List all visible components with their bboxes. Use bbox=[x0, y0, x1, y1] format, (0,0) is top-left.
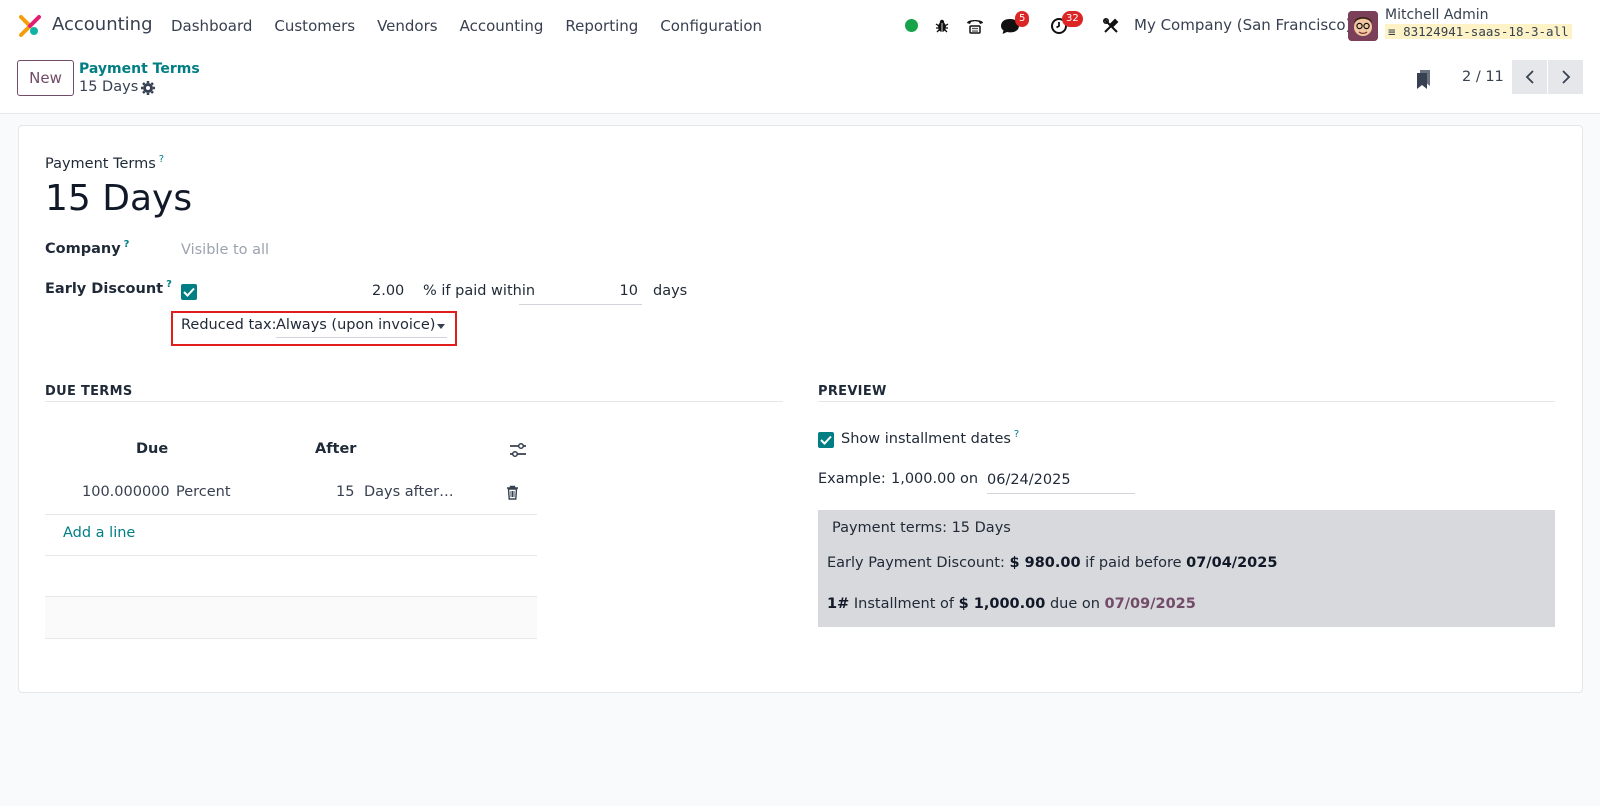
discount-days-unit: days bbox=[653, 283, 688, 299]
due-value-cell[interactable]: 100.000000 bbox=[82, 484, 170, 500]
add-a-line-link[interactable]: Add a line bbox=[63, 525, 135, 541]
empty-row bbox=[45, 597, 537, 638]
menu-accounting[interactable]: Accounting bbox=[449, 0, 555, 52]
app-name[interactable]: Accounting bbox=[52, 14, 153, 35]
menu-configuration[interactable]: Configuration bbox=[649, 0, 773, 52]
example-on-text: on bbox=[960, 471, 979, 487]
section-divider bbox=[45, 401, 783, 402]
pager-value[interactable]: 2 / 11 bbox=[1462, 69, 1504, 85]
status-online-icon bbox=[905, 19, 918, 32]
pager-previous-button[interactable] bbox=[1512, 60, 1547, 94]
debug-bug-icon[interactable] bbox=[931, 15, 953, 37]
early-discount-checkbox[interactable] bbox=[181, 284, 197, 300]
database-name: ≡ 83124941-saas-18-3-all bbox=[1385, 24, 1572, 39]
reduced-tax-label: Reduced tax: bbox=[181, 317, 277, 333]
menu-reporting[interactable]: Reporting bbox=[554, 0, 649, 52]
reduced-tax-value: Always (upon invoice) bbox=[276, 317, 436, 333]
messages-badge: 5 bbox=[1015, 11, 1030, 27]
accounting-app-icon[interactable] bbox=[18, 14, 42, 38]
section-divider bbox=[818, 401, 1555, 402]
pager-next-button[interactable] bbox=[1548, 60, 1583, 94]
days-cell[interactable]: 15 bbox=[336, 484, 354, 500]
preview-title: PREVIEW bbox=[818, 384, 887, 399]
activities-badge: 32 bbox=[1062, 11, 1083, 27]
menu-dashboard[interactable]: Dashboard bbox=[160, 0, 263, 52]
discount-days-field[interactable]: 10 bbox=[519, 281, 642, 305]
menu-customers[interactable]: Customers bbox=[263, 0, 366, 52]
help-icon[interactable]: ? bbox=[159, 154, 164, 165]
row-divider bbox=[45, 638, 537, 639]
database-name-text: 83124941-saas-18-3-all bbox=[1403, 24, 1569, 39]
user-avatar[interactable] bbox=[1348, 11, 1378, 41]
example-amount-field[interactable]: 1,000.00 bbox=[891, 471, 956, 487]
delay-type-cell[interactable]: Days after… bbox=[364, 484, 454, 500]
help-icon[interactable]: ? bbox=[1014, 429, 1019, 440]
help-icon[interactable]: ? bbox=[166, 279, 172, 290]
check-icon bbox=[183, 287, 195, 297]
new-button[interactable]: New bbox=[17, 60, 74, 96]
trash-icon[interactable] bbox=[506, 485, 519, 500]
reduced-tax-select[interactable]: Always (upon invoice) bbox=[276, 314, 447, 338]
help-icon[interactable]: ? bbox=[124, 239, 130, 250]
bookmark-icon[interactable] bbox=[1414, 68, 1434, 90]
user-name[interactable]: Mitchell Admin bbox=[1385, 7, 1489, 23]
example-date-value: 06/24/2025 bbox=[987, 472, 1071, 488]
gear-icon[interactable] bbox=[140, 80, 156, 96]
company-field[interactable]: Visible to all bbox=[181, 242, 269, 258]
preview-terms-line: Payment terms: 15 Days bbox=[832, 520, 1011, 536]
menu-vendors[interactable]: Vendors bbox=[366, 0, 449, 52]
top-navbar: Accounting Dashboard Customers Vendors A… bbox=[0, 0, 1600, 52]
chevron-right-icon bbox=[1561, 70, 1570, 84]
due-type-cell[interactable]: Percent bbox=[176, 484, 231, 500]
company-label: Company? bbox=[45, 239, 130, 257]
after-column-header[interactable]: After bbox=[315, 441, 356, 457]
optional-columns-icon[interactable] bbox=[509, 442, 527, 458]
row-divider bbox=[45, 555, 537, 556]
payment-terms-label: Payment Terms? bbox=[45, 154, 165, 172]
control-panel: New Payment Terms 15 Days 2 / 11 bbox=[0, 52, 1600, 114]
database-icon: ≡ bbox=[1388, 24, 1396, 39]
payment-term-name-input[interactable]: 15 Days bbox=[45, 178, 192, 219]
main-menu: Dashboard Customers Vendors Accounting R… bbox=[160, 0, 773, 52]
breadcrumb-current: 15 Days bbox=[79, 79, 139, 95]
example-label: Example: bbox=[818, 471, 886, 487]
show-installment-dates-checkbox[interactable] bbox=[818, 432, 834, 448]
preview-installment-line: 1# Installment of $ 1,000.00 due on 07/0… bbox=[827, 596, 1196, 612]
phone-voip-icon[interactable] bbox=[964, 15, 986, 37]
chevron-left-icon bbox=[1525, 70, 1534, 84]
breadcrumb-payment-terms[interactable]: Payment Terms bbox=[79, 61, 200, 77]
tools-settings-icon[interactable] bbox=[1100, 15, 1122, 37]
discount-days-value: 10 bbox=[619, 283, 638, 299]
example-date-field[interactable]: 06/24/2025 bbox=[987, 470, 1135, 494]
discount-percent-field[interactable]: 2.00 bbox=[372, 283, 404, 299]
check-icon bbox=[820, 435, 832, 445]
early-discount-label: Early Discount? bbox=[45, 279, 172, 297]
show-installment-dates-label: Show installment dates? bbox=[841, 429, 1020, 447]
due-column-header[interactable]: Due bbox=[136, 441, 168, 457]
row-divider bbox=[45, 514, 537, 515]
caret-down-icon bbox=[437, 324, 445, 329]
preview-discount-line: Early Payment Discount: $ 980.00 if paid… bbox=[827, 555, 1278, 571]
company-switcher[interactable]: My Company (San Francisco) bbox=[1134, 16, 1351, 34]
row-divider bbox=[45, 596, 537, 597]
due-terms-title: DUE TERMS bbox=[45, 384, 133, 399]
